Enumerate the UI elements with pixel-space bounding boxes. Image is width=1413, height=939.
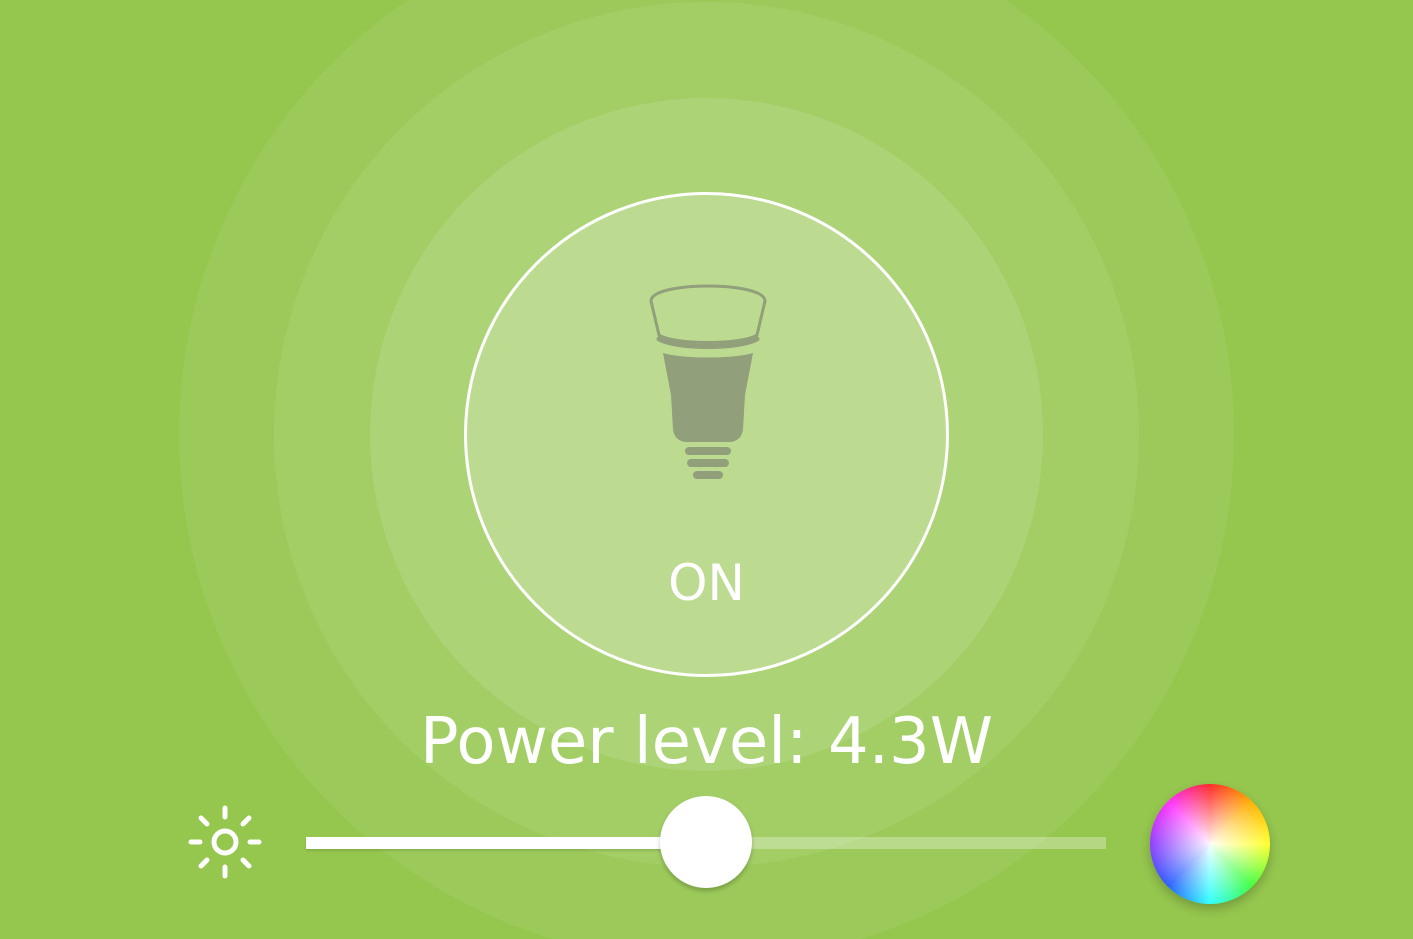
power-toggle-button[interactable]: ON [464,192,949,677]
power-state-label: ON [668,554,745,612]
power-level-label: Power level: 4.3W [420,705,993,779]
light-bulb-icon [649,284,767,479]
slider-thumb[interactable] [660,796,752,888]
color-wheel-icon[interactable] [1150,784,1270,904]
slider-fill [306,837,706,849]
sun-icon [188,805,262,879]
brightness-slider[interactable] [306,796,1106,888]
